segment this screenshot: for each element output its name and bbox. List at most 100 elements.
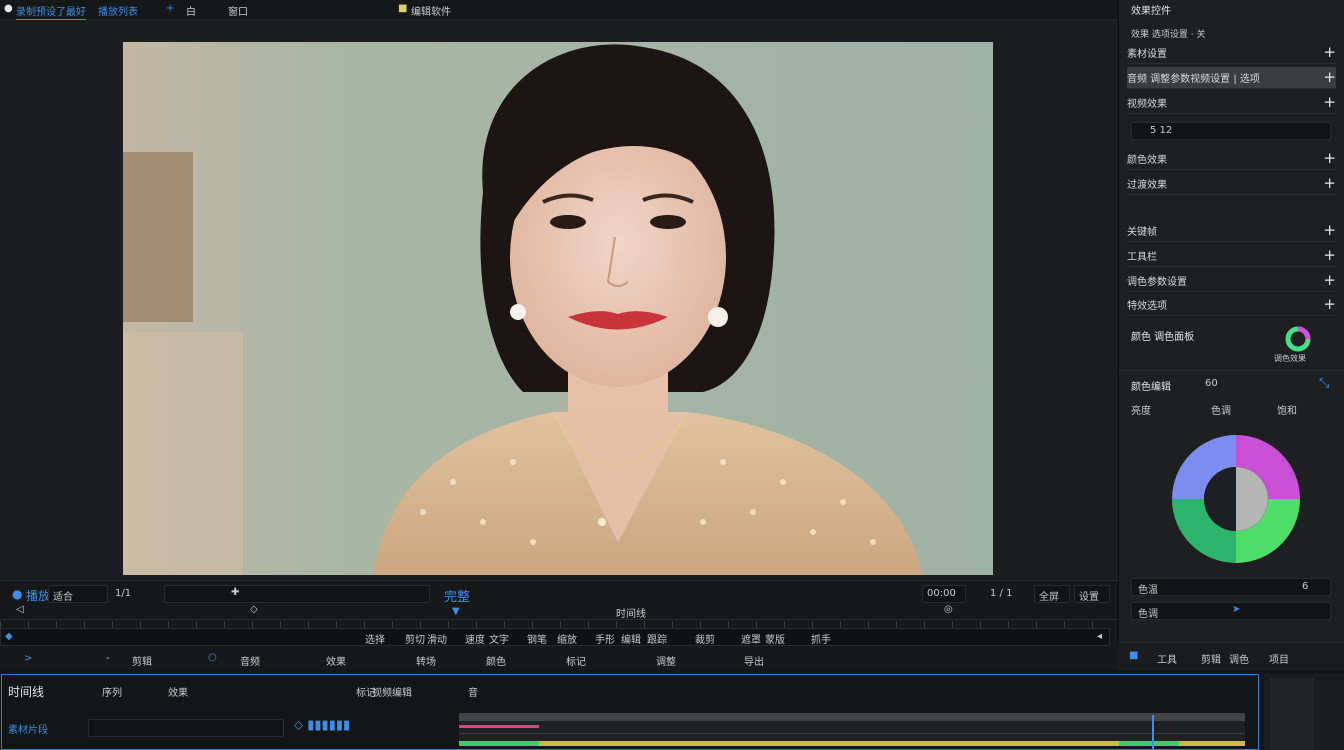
tool-track[interactable]: 跟踪 (647, 631, 667, 646)
tool-select[interactable]: 选择 (365, 631, 385, 646)
quality-label[interactable]: 完整 (444, 586, 470, 605)
color-sub-label-hue: 色调 (1211, 406, 1231, 417)
timeline-tab-effects[interactable]: 效果 (168, 684, 188, 699)
tool-speed[interactable]: 速度 (465, 631, 485, 646)
page-tab-color[interactable]: 调色 (1229, 651, 1249, 666)
viewer-controls: ● 播放 适合 1/1 ✚ 完整 00:00 1 / 1 全屏 设置 ◁ ◇ ▼… (0, 580, 1118, 670)
play-indicator-icon[interactable]: ● (12, 587, 22, 601)
play-label[interactable]: 播放 (26, 587, 50, 604)
timecode-field[interactable]: ✚ (164, 585, 430, 603)
add-icon[interactable]: + (1323, 297, 1336, 312)
chevron-right-icon[interactable]: > (24, 653, 32, 664)
tool-cut[interactable]: 剪切 (405, 631, 425, 646)
fullscreen-button[interactable]: 全屏 (1034, 585, 1070, 603)
tool-mask[interactable]: 遮罩 (741, 631, 761, 646)
tool-slide[interactable]: 滑动 (427, 631, 447, 646)
color-sub-label-brightness: 亮度 (1131, 406, 1151, 417)
ruler-label: 时间线 (616, 609, 646, 620)
color-wheel[interactable] (1169, 432, 1303, 566)
color-wheel-icon[interactable] (1284, 325, 1312, 353)
menu-tab-playlist[interactable]: 播放列表 (98, 3, 138, 18)
tool-matte[interactable]: 蒙版 (765, 631, 785, 646)
video-track[interactable] (459, 721, 1245, 741)
arrow-icon: ➤ (1232, 604, 1241, 615)
temperature-slider[interactable]: 色温 6 (1131, 578, 1331, 596)
expand-icon[interactable]: ⤡ (1319, 376, 1329, 391)
tool-zoom[interactable]: 缩放 (557, 631, 577, 646)
add-icon[interactable]: + (1323, 70, 1336, 85)
time-readout: 00:00 (922, 585, 966, 603)
playhead[interactable] (1152, 715, 1154, 749)
panel-row-color-effects[interactable]: 颜色效果 + (1127, 148, 1336, 170)
tool-crop[interactable]: 裁剪 (695, 631, 715, 646)
panel-row-fx-options[interactable]: 特效选项 + (1127, 294, 1336, 316)
marker-icon[interactable]: ◇ (250, 604, 258, 615)
value-field[interactable]: 5 12 (1131, 122, 1331, 140)
color-sub-label-sat: 饱和 (1277, 406, 1297, 417)
tool-icons[interactable]: ⬦ ▮▮▮▮▮▮ (294, 718, 350, 733)
tool-edit[interactable]: 编辑 (621, 631, 641, 646)
menu-window[interactable]: 窗口 (228, 3, 248, 18)
timeline-ruler[interactable] (459, 713, 1245, 721)
track-effects[interactable]: 效果 (326, 653, 346, 668)
track-audio[interactable]: 音频 (240, 653, 260, 668)
panel-row-grading[interactable]: 调色参数设置 + (1127, 270, 1336, 292)
effects-panel-subheader: 效果 选项设置 · 关 (1131, 30, 1206, 40)
track-color[interactable]: 颜色 (486, 653, 506, 668)
nudge-icon[interactable]: ◁ (16, 604, 24, 615)
add-icon[interactable]: + (1323, 248, 1336, 263)
note-icon: ■ (398, 3, 408, 14)
page-tab-project[interactable]: 项目 (1269, 651, 1289, 666)
add-icon[interactable]: + (1323, 95, 1336, 110)
timeline-tab-video-edit[interactable]: 视频编辑 (372, 684, 412, 699)
fit-select[interactable]: 适合 (48, 585, 108, 603)
add-icon[interactable]: + (1323, 176, 1336, 191)
tool-hand[interactable]: 手形 (595, 631, 615, 646)
plus-icon[interactable]: + (166, 3, 174, 14)
panel-row-keyframes[interactable]: 关键帧 + (1127, 220, 1336, 242)
timeline-tab-audio[interactable]: 音 (468, 684, 478, 699)
mini-panel (1264, 674, 1344, 750)
volume-icon[interactable]: ◂ (1097, 631, 1102, 642)
menu-edit-app[interactable]: 编辑软件 (411, 3, 451, 18)
add-icon[interactable]: + (1323, 223, 1336, 238)
add-icon[interactable]: + (1323, 273, 1336, 288)
panel-row-toolbar[interactable]: 工具栏 + (1127, 245, 1336, 267)
add-icon[interactable]: + (1323, 45, 1336, 60)
page-tab-edit[interactable]: 剪辑 (1201, 651, 1221, 666)
panel-row-audio[interactable]: 音频 调整参数视频设置 | 选项 + (1127, 67, 1336, 89)
panel-row-clip-settings[interactable]: 素材设置 + (1127, 42, 1336, 64)
track-marker[interactable]: 标记 (566, 653, 586, 668)
panel-row-transitions[interactable]: 过渡效果 + (1127, 173, 1336, 195)
color-badge: 调色效果 (1274, 354, 1306, 363)
page-tab-tools[interactable]: 工具 (1157, 651, 1177, 666)
track-clip[interactable]: 剪辑 (132, 653, 152, 668)
program-monitor-frame[interactable] (123, 42, 993, 575)
menu-size[interactable]: 白 (186, 3, 196, 18)
track-transitions[interactable]: 转场 (416, 653, 436, 668)
track-export[interactable]: 导出 (744, 653, 764, 668)
tool-pen[interactable]: 钢笔 (527, 631, 547, 646)
color-panel-title: 颜色编辑 (1131, 382, 1171, 393)
loop-icon[interactable]: ◎ (944, 604, 953, 615)
circle-icon[interactable]: ○ (208, 652, 217, 663)
track-adjust[interactable]: 调整 (656, 653, 676, 668)
effects-panel-title: 效果控件 (1131, 6, 1171, 17)
source-label: 素材片段 (8, 725, 48, 736)
record-icon[interactable]: ● (4, 3, 13, 14)
page-tab-icon[interactable]: ■ (1129, 650, 1138, 661)
menu-bar: ● 录制预设了最好 播放列表 + 白 窗口 ■ 编辑软件 (0, 0, 1118, 20)
bookmark-icon[interactable]: ◆ (5, 631, 13, 642)
timeline-search-input[interactable] (88, 719, 284, 737)
tint-slider[interactable]: 色调 ➤ (1131, 602, 1331, 620)
tool-grab[interactable]: 抓手 (811, 631, 831, 646)
menu-tab-presets[interactable]: 录制预设了最好 (16, 3, 86, 20)
add-icon[interactable]: + (1323, 151, 1336, 166)
audio-track[interactable] (459, 741, 1245, 746)
tool-text[interactable]: 文字 (489, 631, 509, 646)
timeline-tab-sequence[interactable]: 序列 (102, 684, 122, 699)
playhead-icon[interactable]: ▼ (452, 606, 460, 617)
frame-counter: 1 / 1 (990, 588, 1013, 599)
settings-button[interactable]: 设置 (1074, 585, 1110, 603)
panel-row-video-effects[interactable]: 视频效果 + (1127, 92, 1336, 114)
